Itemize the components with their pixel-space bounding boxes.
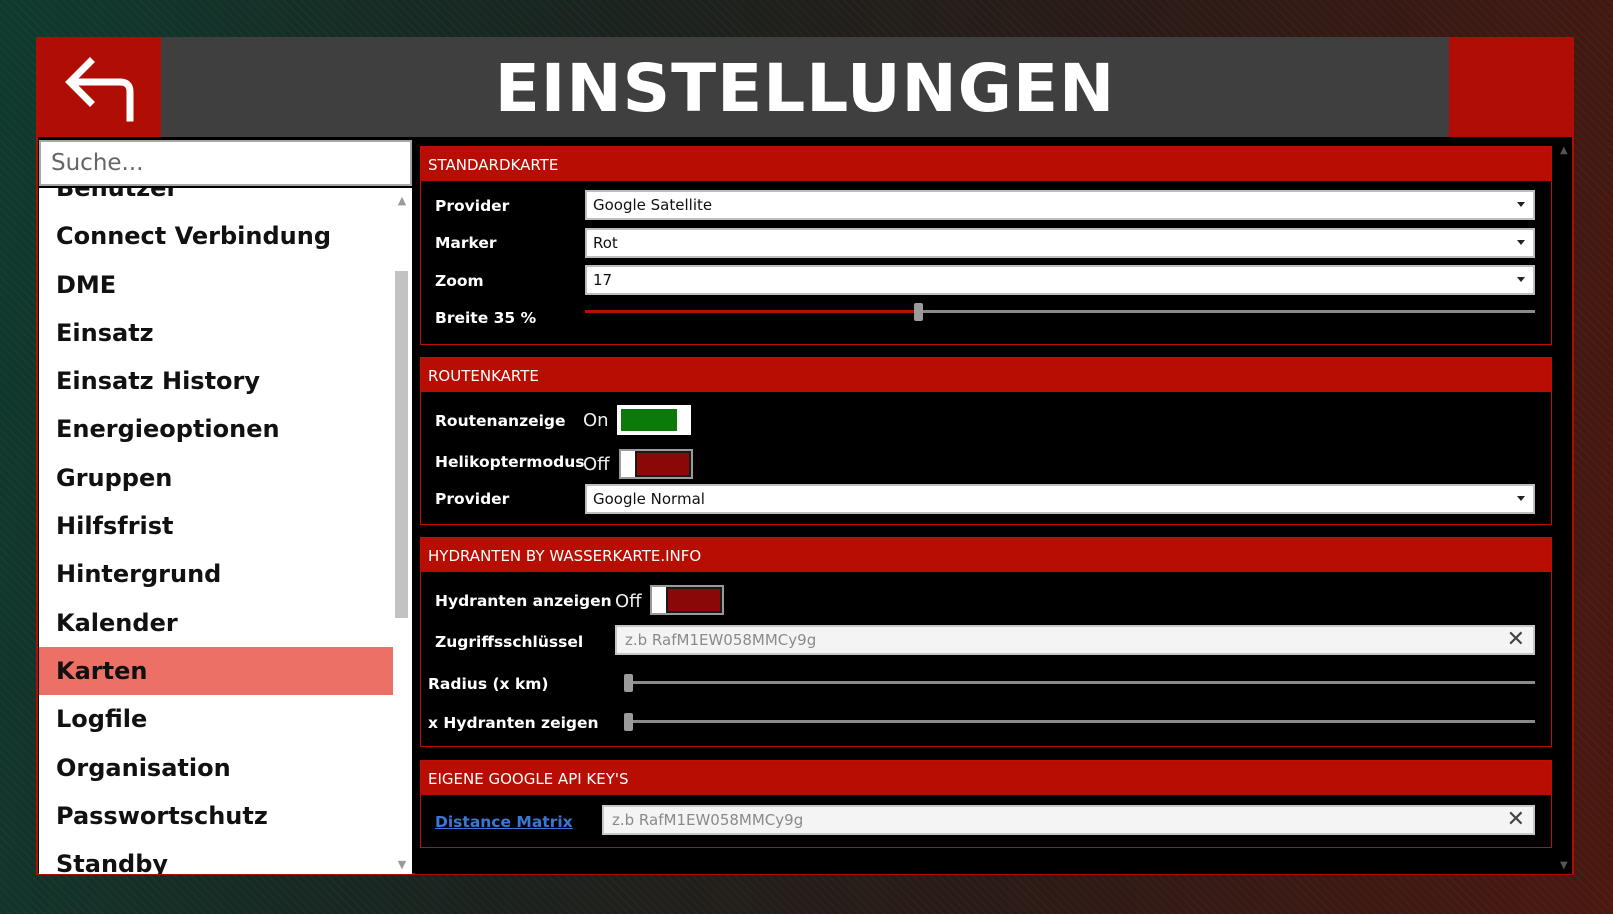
- sidebar-list: Benutzer Connect Verbindung DME Einsatz …: [39, 188, 394, 874]
- distance-matrix-input[interactable]: z.b RafM1EW058MMCy9g ✕: [602, 805, 1535, 835]
- section-title: STANDARDKARTE: [421, 147, 1551, 181]
- radius-label: Radius (x km): [428, 675, 549, 693]
- sidebar[interactable]: Benutzer Connect Verbindung DME Einsatz …: [39, 188, 412, 874]
- section-title: EIGENE GOOGLE API KEY'S: [421, 761, 1551, 795]
- page-title: EINSTELLUNGEN: [494, 50, 1116, 127]
- back-button[interactable]: [37, 37, 161, 137]
- main-scroll-down-icon[interactable]: ▼: [1560, 860, 1568, 871]
- hydranten-count-slider-thumb[interactable]: [624, 713, 633, 731]
- sidebar-item-hintergrund[interactable]: Hintergrund: [39, 550, 394, 598]
- hydranten-anzeigen-label: Hydranten anzeigen: [435, 592, 612, 610]
- sidebar-item-logfile[interactable]: Logfile: [39, 695, 394, 743]
- back-arrow-icon: [65, 57, 134, 122]
- main-scroll-up-icon[interactable]: ▲: [1560, 145, 1568, 156]
- sidebar-item-energieoptionen[interactable]: Energieoptionen: [39, 405, 394, 453]
- hydranten-anzeigen-toggle[interactable]: [650, 585, 724, 615]
- sidebar-item-benutzer[interactable]: Benutzer: [39, 188, 394, 212]
- clear-icon[interactable]: ✕: [1507, 808, 1525, 832]
- marker-dropdown[interactable]: Rot: [585, 228, 1535, 258]
- helikoptermodus-toggle[interactable]: [619, 449, 693, 479]
- breite-label: Breite 35 %: [435, 309, 537, 327]
- sidebar-item-einsatz[interactable]: Einsatz: [39, 309, 394, 357]
- breite-slider-thumb[interactable]: [913, 303, 923, 321]
- provider-value: Google Satellite: [593, 196, 713, 214]
- routen-provider-value: Google Normal: [593, 490, 705, 508]
- sidebar-item-einsatz-history[interactable]: Einsatz History: [39, 357, 394, 405]
- routenanzeige-label: Routenanzeige: [435, 412, 566, 430]
- sidebar-scrollbar-thumb[interactable]: [395, 271, 408, 618]
- search-box[interactable]: [39, 140, 412, 186]
- scroll-up-icon[interactable]: ▲: [395, 194, 409, 207]
- marker-label: Marker: [435, 234, 497, 252]
- zoom-dropdown[interactable]: 17: [585, 265, 1535, 295]
- sidebar-item-karten[interactable]: Karten: [39, 646, 394, 696]
- marker-value: Rot: [593, 234, 618, 252]
- sidebar-item-connect-verbindung[interactable]: Connect Verbindung: [39, 212, 394, 260]
- scroll-down-icon[interactable]: ▼: [395, 858, 409, 871]
- helikoptermodus-label: Helikoptermodus: [435, 453, 585, 471]
- zugriffsschluessel-label: Zugriffsschlüssel: [435, 633, 584, 651]
- section-title: HYDRANTEN BY WASSERKARTE.INFO: [421, 538, 1551, 572]
- sidebar-item-kalender[interactable]: Kalender: [39, 599, 394, 647]
- chevron-down-icon: [1517, 202, 1525, 207]
- hydranten-count-label: x Hydranten zeigen: [428, 714, 599, 732]
- distance-matrix-link[interactable]: Distance Matrix: [435, 813, 573, 831]
- sidebar-item-organisation[interactable]: Organisation: [39, 744, 394, 792]
- helikoptermodus-state: Off: [583, 454, 610, 475]
- provider-label: Provider: [435, 197, 510, 215]
- hydranten-count-slider-track[interactable]: [624, 720, 1535, 723]
- sidebar-item-hilfsfrist[interactable]: Hilfsfrist: [39, 502, 394, 550]
- search-input[interactable]: [41, 142, 410, 184]
- distance-matrix-placeholder: z.b RafM1EW058MMCy9g: [612, 811, 804, 829]
- radius-slider-track[interactable]: [624, 681, 1535, 684]
- clear-icon[interactable]: ✕: [1507, 628, 1525, 652]
- sidebar-item-gruppen[interactable]: Gruppen: [39, 454, 394, 502]
- hydranten-anzeigen-state: Off: [615, 591, 642, 612]
- chevron-down-icon: [1517, 240, 1525, 245]
- radius-slider-thumb[interactable]: [624, 674, 633, 692]
- routen-provider-label: Provider: [435, 490, 510, 508]
- routenanzeige-toggle[interactable]: [617, 405, 691, 435]
- routen-provider-dropdown[interactable]: Google Normal: [585, 484, 1535, 514]
- provider-dropdown[interactable]: Google Satellite: [585, 190, 1535, 220]
- chevron-down-icon: [1517, 277, 1525, 282]
- zoom-label: Zoom: [435, 272, 484, 290]
- section-title: ROUTENKARTE: [421, 358, 1551, 392]
- zugriffsschluessel-input[interactable]: z.b RafM1EW058MMCy9g ✕: [615, 625, 1535, 655]
- sidebar-item-passwortschutz[interactable]: Passwortschutz: [39, 792, 394, 840]
- sidebar-item-standby[interactable]: Standby: [39, 840, 394, 874]
- breite-slider-fill: [585, 310, 918, 313]
- chevron-down-icon: [1517, 496, 1525, 501]
- header-accent: [1449, 37, 1573, 137]
- routenanzeige-state: On: [583, 410, 609, 431]
- sidebar-item-dme[interactable]: DME: [39, 261, 394, 309]
- zugriffsschluessel-placeholder: z.b RafM1EW058MMCy9g: [625, 631, 817, 649]
- zoom-value: 17: [593, 271, 613, 289]
